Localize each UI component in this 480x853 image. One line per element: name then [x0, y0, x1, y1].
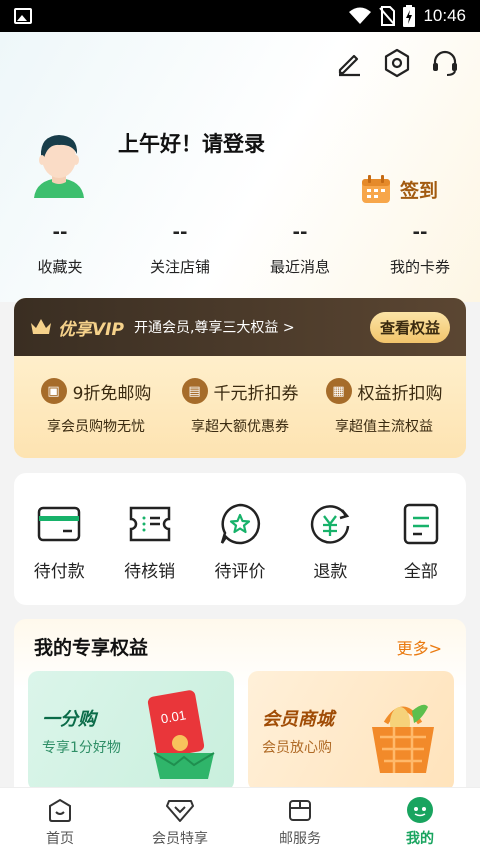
- more-link[interactable]: 更多>: [397, 635, 442, 659]
- stat-label: 收藏夹: [37, 258, 83, 276]
- order-label: 待付款: [33, 562, 85, 582]
- status-bar: 10:46: [0, 0, 480, 32]
- home-icon: [46, 796, 74, 824]
- tab-label: 邮服务: [279, 831, 321, 847]
- order-label: 待评价: [214, 562, 266, 582]
- card-icon: [36, 501, 82, 547]
- member-icon: [166, 796, 194, 824]
- battery-charging-icon: [403, 5, 416, 27]
- box-icon: [286, 796, 314, 824]
- order-shortcuts: 待付款 待核销 待评价 退款 全部: [14, 473, 466, 605]
- section-title: 我的专享权益: [34, 637, 149, 659]
- signin-button[interactable]: 签到: [360, 174, 438, 204]
- exclusive-rights-section: 我的专享权益 更多> 一分购 专享1分好物 0.01 会员商城 会员放心购: [14, 619, 466, 799]
- clock: 10:46: [423, 6, 466, 25]
- tab-label: 我的: [406, 831, 434, 847]
- perk-free-shipping[interactable]: ▣ 9折免邮购 享会员购物无忧: [24, 378, 168, 458]
- stat-value: --: [412, 222, 428, 243]
- order-pending-review[interactable]: 待评价: [195, 501, 285, 605]
- vip-subtitle[interactable]: 开通会员,尊享三大权益 >: [134, 317, 295, 337]
- order-pending-verify[interactable]: 待核销: [104, 501, 194, 605]
- stat-value: --: [292, 222, 308, 243]
- perk-coupon[interactable]: ▤ 千元折扣券 享超大额优惠券: [168, 378, 312, 458]
- list-icon: [398, 501, 444, 547]
- view-benefits-button[interactable]: 查看权益: [369, 311, 450, 343]
- settings-icon[interactable]: [382, 48, 412, 78]
- crown-icon: [31, 319, 51, 334]
- profile-icon: [406, 796, 434, 824]
- stat-label: 最近消息: [269, 258, 330, 276]
- order-refund[interactable]: 退款: [285, 501, 375, 605]
- stat-favorites[interactable]: -- 收藏夹: [0, 222, 120, 277]
- login-greeting[interactable]: 上午好！请登录: [118, 128, 265, 158]
- promo-title: 会员商城: [262, 709, 334, 730]
- package-icon: ▣: [40, 378, 67, 404]
- order-label: 全部: [403, 562, 438, 582]
- promo-one-cent[interactable]: 一分购 专享1分好物 0.01: [28, 671, 234, 791]
- perk-title: 权益折扣购: [357, 383, 443, 404]
- refund-icon: [307, 501, 353, 547]
- stat-label: 关注店铺: [149, 258, 210, 276]
- ticket-icon: [127, 501, 173, 547]
- promo-subtitle: 专享1分好物: [42, 740, 121, 756]
- perk-desc: 享会员购物无忧: [47, 419, 145, 435]
- calendar-icon: [362, 175, 390, 203]
- tab-label: 首页: [46, 831, 74, 847]
- vip-title: 优享VIP: [58, 319, 124, 340]
- stat-recent-messages[interactable]: -- 最近消息: [240, 222, 360, 277]
- perk-desc: 享超大额优惠券: [191, 419, 289, 435]
- tab-member[interactable]: 会员特享: [120, 788, 240, 853]
- header-actions: [334, 48, 460, 78]
- customer-service-icon[interactable]: [430, 48, 460, 78]
- red-envelope-icon: 0.01: [147, 690, 215, 779]
- stat-followed-shops[interactable]: -- 关注店铺: [120, 222, 240, 277]
- tab-home[interactable]: 首页: [0, 788, 120, 853]
- tab-postal-service[interactable]: 邮服务: [240, 788, 360, 853]
- star-bubble-icon: [217, 501, 263, 547]
- profile-stats: -- 收藏夹 -- 关注店铺 -- 最近消息 -- 我的卡券: [0, 222, 480, 277]
- promo-member-mall[interactable]: 会员商城 会员放心购: [248, 671, 454, 791]
- stat-value: --: [52, 222, 68, 243]
- bottom-tab-bar: 首页 会员特享 邮服务 我的: [0, 787, 480, 853]
- vip-perks: ▣ 9折免邮购 享会员购物无忧 ▤ 千元折扣券 享超大额优惠券 ▦ 权益折扣购 …: [14, 356, 466, 458]
- order-pending-payment[interactable]: 待付款: [14, 501, 104, 605]
- edit-icon[interactable]: [334, 48, 364, 78]
- stat-label: 我的卡券: [389, 258, 450, 276]
- perk-desc: 享超值主流权益: [335, 419, 433, 435]
- basket-icon: [372, 704, 434, 773]
- no-sim-icon: [379, 6, 396, 26]
- gallery-notification-icon: [14, 8, 32, 24]
- gift-icon: ▦: [325, 378, 352, 404]
- stat-value: --: [172, 222, 188, 243]
- vip-banner[interactable]: 优享VIP 开通会员,尊享三大权益 > 查看权益: [14, 298, 466, 356]
- promo-subtitle: 会员放心购: [262, 740, 332, 756]
- coupon-icon: ▤: [181, 378, 208, 404]
- perk-discount[interactable]: ▦ 权益折扣购 享超值主流权益: [312, 378, 456, 458]
- order-all[interactable]: 全部: [376, 501, 466, 605]
- signin-label: 签到: [400, 179, 439, 202]
- perk-title: 9折免邮购: [72, 383, 152, 404]
- perk-title: 千元折扣券: [213, 383, 299, 404]
- tab-label: 会员特享: [152, 831, 208, 847]
- wifi-icon: [349, 7, 372, 24]
- promo-title: 一分购: [42, 709, 96, 730]
- tab-mine[interactable]: 我的: [360, 788, 480, 853]
- vip-card: 优享VIP 开通会员,尊享三大权益 > 查看权益 ▣ 9折免邮购 享会员购物无忧…: [14, 298, 466, 458]
- order-label: 退款: [313, 562, 348, 582]
- avatar[interactable]: [28, 128, 90, 198]
- order-label: 待核销: [124, 562, 176, 582]
- stat-coupons[interactable]: -- 我的卡券: [360, 222, 480, 277]
